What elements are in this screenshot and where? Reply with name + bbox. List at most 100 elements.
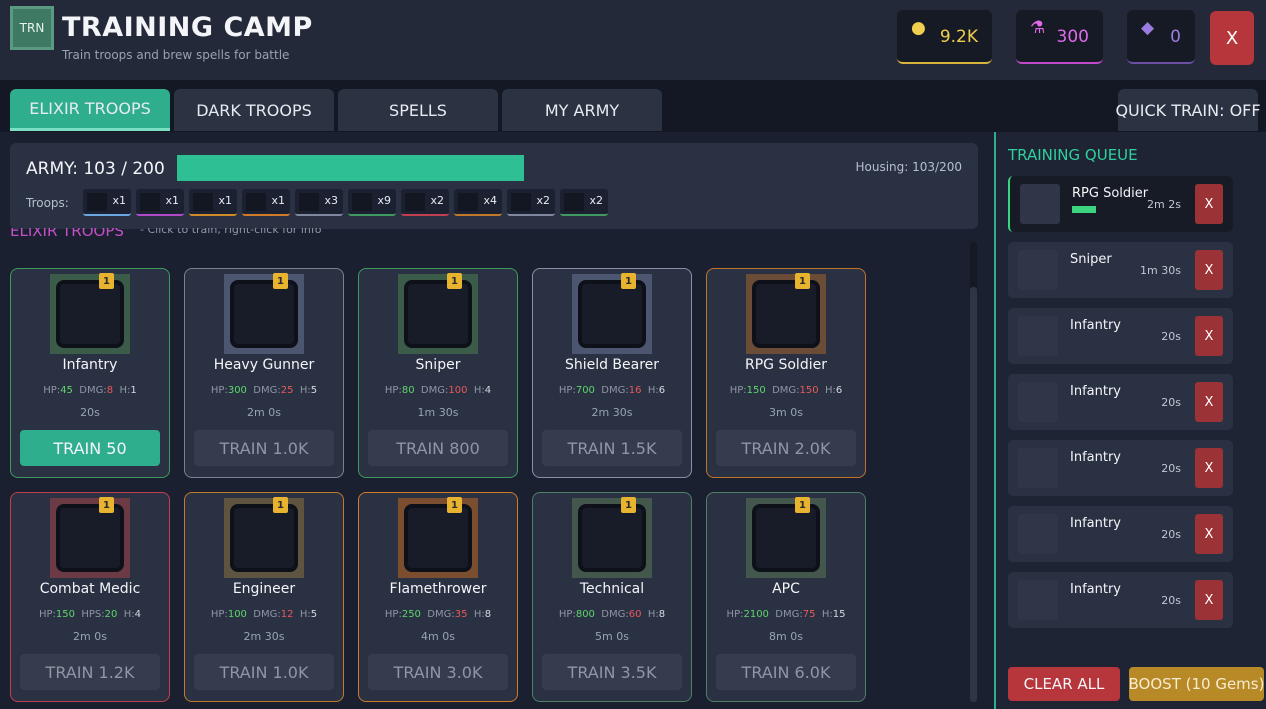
troop-portrait-frame: [56, 280, 124, 348]
troop-chip-count: x2: [536, 194, 550, 207]
troop-portrait-frame: [752, 280, 820, 348]
stat-hp-value: 45: [60, 385, 73, 396]
army-troop-chip[interactable]: x2: [507, 189, 555, 216]
stat-housing-label: H:: [473, 609, 485, 620]
troop-card[interactable]: 1 Technical HP:800 DMG:60 H:8 5m 0s TRAIN 3.…: [532, 492, 692, 702]
stat-housing-label: H:: [119, 385, 131, 396]
stat-hp-label: HP:: [210, 385, 228, 396]
train-button[interactable]: TRAIN 3.0K: [368, 654, 508, 690]
troop-train-time: 2m 30s: [591, 406, 633, 419]
troop-card[interactable]: 1 Heavy Gunner HP:300 DMG:25 H:5 2m 0s TRAIN…: [184, 268, 344, 478]
training-queue-panel: TRAINING QUEUE RPG Soldier 2m 2s X Sniper 1m…: [994, 132, 1266, 709]
remove-queue-item-button[interactable]: X: [1195, 184, 1223, 224]
queue-item-name: Infantry: [1070, 516, 1121, 531]
troop-train-time: 20s: [80, 406, 100, 419]
troop-card[interactable]: 1 Shield Bearer HP:700 DMG:16 H:6 2m 30s TRA…: [532, 268, 692, 478]
troop-level-badge: 1: [621, 273, 636, 289]
dark-crystal-icon: ◆: [1141, 18, 1155, 38]
stat-secondary-value: 25: [280, 385, 294, 396]
army-troop-chip[interactable]: x1: [83, 189, 131, 216]
stat-hp-value: 100: [227, 609, 247, 620]
troop-card[interactable]: 1 APC HP:2100 DMG:75 H:15 8m 0s TRAIN 6.0K: [706, 492, 866, 702]
troops-label: Troops:: [26, 196, 69, 210]
remove-queue-item-button[interactable]: X: [1195, 580, 1223, 620]
train-button[interactable]: TRAIN 1.5K: [542, 430, 682, 466]
troop-portrait: 1: [50, 273, 130, 354]
queue-item[interactable]: RPG Soldier 2m 2s X: [1008, 176, 1233, 232]
troop-name: Engineer: [232, 581, 296, 597]
troop-level-badge: 1: [795, 273, 810, 289]
army-panel: ARMY: 103 / 200 Housing: 103/200 Troops:…: [10, 143, 978, 229]
train-button[interactable]: TRAIN 2.0K: [716, 430, 856, 466]
army-troop-chip[interactable]: x3: [295, 189, 343, 216]
army-troop-chip[interactable]: x2: [401, 189, 449, 216]
train-button[interactable]: TRAIN 1.2K: [20, 654, 160, 690]
army-troop-chip[interactable]: x1: [242, 189, 290, 216]
queue-item[interactable]: Infantry 20s X: [1008, 374, 1233, 430]
troop-train-time: 5m 0s: [595, 630, 629, 643]
stat-housing-value: 4: [484, 385, 492, 396]
troop-card[interactable]: 1 Combat Medic HP:150 HPS:20 H:4 2m 0s TRAIN…: [10, 492, 170, 702]
train-button[interactable]: TRAIN 800: [368, 430, 508, 466]
troop-train-time: 4m 0s: [421, 630, 455, 643]
scrollbar-thumb[interactable]: [970, 287, 977, 702]
stat-housing-value: 6: [835, 385, 843, 396]
remove-queue-item-button[interactable]: X: [1195, 382, 1223, 422]
troop-portrait: 1: [572, 497, 652, 578]
remove-queue-item-button[interactable]: X: [1195, 514, 1223, 554]
stat-housing-label: H:: [473, 385, 485, 396]
tab-dark-troops[interactable]: DARK TROOPS: [174, 89, 334, 131]
queue-item-thumbnail: [1018, 580, 1058, 620]
header: TRN TRAINING CAMP Train troops and brew …: [0, 0, 1266, 80]
clear-all-button[interactable]: CLEAR ALL: [1008, 667, 1120, 701]
queue-item[interactable]: Infantry 20s X: [1008, 572, 1233, 628]
dark-elixir-value: 0: [1170, 27, 1181, 47]
queue-item-name: Infantry: [1070, 384, 1121, 399]
troop-chip-thumbnail: [458, 193, 478, 211]
stat-secondary-label: DMG:: [601, 609, 629, 620]
tab-elixir-troops[interactable]: ELIXIR TROOPS: [10, 89, 170, 131]
boost-button[interactable]: BOOST (10 Gems): [1129, 667, 1264, 701]
remove-queue-item-button[interactable]: X: [1195, 250, 1223, 290]
train-button[interactable]: TRAIN 1.0K: [194, 654, 334, 690]
dark-elixir-counter: ◆ 0: [1127, 10, 1195, 64]
army-troop-chip[interactable]: x2: [560, 189, 608, 216]
troop-stats: HP:700 DMG:16 H:6: [533, 385, 691, 396]
troop-card[interactable]: 1 Infantry HP:45 DMG:8 H:1 20s TRAIN 50: [10, 268, 170, 478]
troop-chip-count: x1: [271, 194, 285, 207]
queue-item[interactable]: Infantry 20s X: [1008, 308, 1233, 364]
queue-item[interactable]: Infantry 20s X: [1008, 440, 1233, 496]
queue-item-thumbnail: [1018, 382, 1058, 422]
remove-queue-item-button[interactable]: X: [1195, 316, 1223, 356]
train-button[interactable]: TRAIN 1.0K: [194, 430, 334, 466]
army-troop-chip[interactable]: x1: [189, 189, 237, 216]
troop-portrait-frame: [752, 504, 820, 572]
queue-item-thumbnail: [1020, 184, 1060, 224]
army-troop-chip[interactable]: x1: [136, 189, 184, 216]
stat-secondary-label: DMG:: [253, 609, 281, 620]
queue-item[interactable]: Sniper 1m 30s X: [1008, 242, 1233, 298]
tab-spells[interactable]: SPELLS: [338, 89, 498, 131]
stat-housing-label: H:: [647, 385, 659, 396]
train-button[interactable]: TRAIN 50: [20, 430, 160, 466]
troop-card[interactable]: 1 Engineer HP:100 DMG:12 H:5 2m 30s TRAIN 1.…: [184, 492, 344, 702]
remove-queue-item-button[interactable]: X: [1195, 448, 1223, 488]
army-troop-chip[interactable]: x4: [454, 189, 502, 216]
train-button[interactable]: TRAIN 6.0K: [716, 654, 856, 690]
troop-card[interactable]: 1 Flamethrower HP:250 DMG:35 H:8 4m 0s TRAIN…: [358, 492, 518, 702]
train-button[interactable]: TRAIN 3.5K: [542, 654, 682, 690]
stat-secondary-label: DMG:: [775, 609, 803, 620]
army-troop-chip[interactable]: x9: [348, 189, 396, 216]
troop-chip-count: x1: [218, 194, 232, 207]
tab-my-army[interactable]: MY ARMY: [502, 89, 662, 131]
troop-name: Shield Bearer: [564, 357, 660, 373]
quick-train-toggle[interactable]: QUICK TRAIN: OFF: [1115, 89, 1261, 131]
queue-item[interactable]: Infantry 20s X: [1008, 506, 1233, 562]
troop-card[interactable]: 1 Sniper HP:80 DMG:100 H:4 1m 30s TRAIN 800: [358, 268, 518, 478]
stat-secondary-value: 35: [454, 609, 468, 620]
stat-secondary-value: 75: [802, 609, 816, 620]
troop-chip-thumbnail: [193, 193, 213, 211]
troop-card[interactable]: 1 RPG Soldier HP:150 DMG:150 H:6 3m 0s TRAIN…: [706, 268, 866, 478]
troop-grid-scrollbar[interactable]: [970, 242, 977, 702]
close-button[interactable]: X: [1210, 11, 1254, 65]
